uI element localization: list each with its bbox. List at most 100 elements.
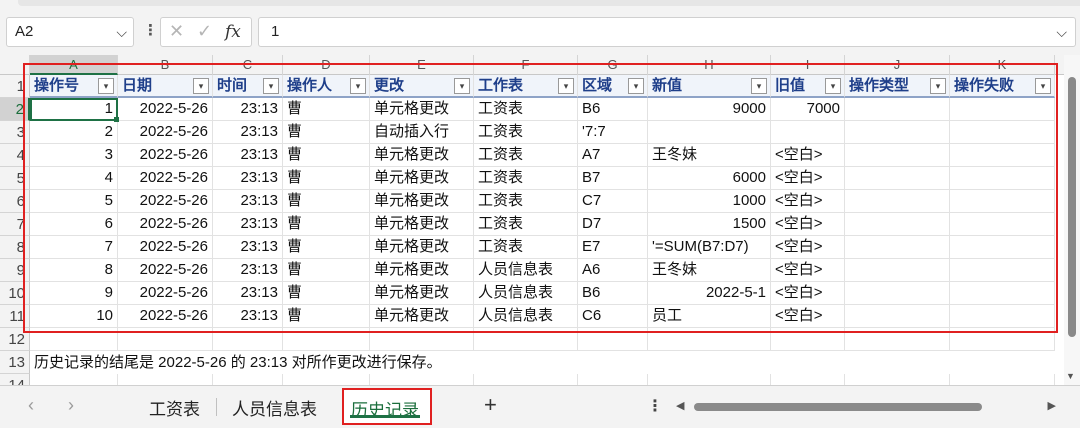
table-cell[interactable] <box>845 328 950 351</box>
column-header[interactable]: B <box>118 55 213 75</box>
table-cell[interactable]: 2022-5-26 <box>118 259 213 282</box>
table-cell[interactable] <box>30 374 118 385</box>
table-cell[interactable] <box>213 328 283 351</box>
table-cell[interactable]: <空白> <box>771 167 845 190</box>
row-header[interactable]: 9 <box>0 259 30 282</box>
column-title-cell[interactable]: 操作失败 ▾ <box>950 75 1055 98</box>
tab-salary[interactable]: 工资表 <box>149 395 200 420</box>
filter-dropdown-icon[interactable]: ▾ <box>751 78 767 94</box>
table-cell[interactable] <box>283 328 370 351</box>
cancel-icon[interactable]: ✕ <box>169 21 184 42</box>
table-cell[interactable]: 曹 <box>283 144 370 167</box>
name-box[interactable]: A2 ⌵ <box>6 17 134 47</box>
table-cell[interactable]: 2022-5-26 <box>118 190 213 213</box>
table-cell[interactable]: 单元格更改 <box>370 190 474 213</box>
table-cell[interactable]: 7000 <box>771 98 845 121</box>
table-cell[interactable]: 23:13 <box>213 98 283 121</box>
filter-dropdown-icon[interactable]: ▾ <box>558 78 574 94</box>
horizontal-scrollbar-thumb[interactable] <box>694 403 982 411</box>
table-cell[interactable] <box>771 328 845 351</box>
table-cell[interactable]: 2022-5-26 <box>118 236 213 259</box>
table-cell[interactable] <box>950 236 1055 259</box>
vertical-scrollbar-thumb[interactable] <box>1068 77 1076 337</box>
vertical-scrollbar[interactable]: ▼ <box>1064 55 1080 385</box>
table-cell[interactable]: <空白> <box>771 144 845 167</box>
table-cell[interactable]: <空白> <box>771 259 845 282</box>
table-cell[interactable]: <空白> <box>771 236 845 259</box>
more-tabs-icon[interactable]: ⋮ <box>647 396 663 416</box>
filter-dropdown-icon[interactable]: ▾ <box>350 78 366 94</box>
tab-personnel[interactable]: 人员信息表 <box>232 395 317 420</box>
tab-history[interactable]: 历史记录 <box>342 388 432 425</box>
table-cell[interactable] <box>370 374 474 385</box>
table-cell[interactable] <box>950 328 1055 351</box>
fill-handle[interactable] <box>114 117 119 122</box>
insert-function-icon[interactable]: fx <box>225 22 241 42</box>
table-cell[interactable]: 23:13 <box>213 213 283 236</box>
more-options-icon[interactable]: ⋮ <box>143 21 158 39</box>
table-cell[interactable]: 人员信息表 <box>474 305 578 328</box>
row-header[interactable]: 11 <box>0 305 30 328</box>
table-cell[interactable]: 7 <box>30 236 118 259</box>
table-cell[interactable]: 曹 <box>283 213 370 236</box>
filter-dropdown-icon[interactable]: ▾ <box>1035 78 1051 94</box>
table-cell[interactable] <box>845 167 950 190</box>
select-all-corner[interactable] <box>0 55 30 75</box>
table-cell[interactable]: '7:7 <box>578 121 648 144</box>
column-title-cell[interactable]: 旧值 ▾ <box>771 75 845 98</box>
table-cell[interactable]: 2022-5-26 <box>118 167 213 190</box>
table-cell[interactable]: C7 <box>578 190 648 213</box>
table-cell[interactable]: 8 <box>30 259 118 282</box>
filter-dropdown-icon[interactable]: ▾ <box>930 78 946 94</box>
column-title-cell[interactable]: 操作类型 ▾ <box>845 75 950 98</box>
column-title-cell[interactable]: 工作表 ▾ <box>474 75 578 98</box>
table-cell[interactable] <box>648 328 771 351</box>
table-cell[interactable]: 3 <box>30 144 118 167</box>
check-icon[interactable]: ✓ <box>197 21 212 42</box>
table-cell[interactable]: <空白> <box>771 190 845 213</box>
table-cell[interactable]: 23:13 <box>213 167 283 190</box>
table-cell[interactable]: 单元格更改 <box>370 305 474 328</box>
table-cell[interactable] <box>118 328 213 351</box>
column-title-cell[interactable]: 新值 ▾ <box>648 75 771 98</box>
table-cell[interactable] <box>950 213 1055 236</box>
table-cell[interactable] <box>845 98 950 121</box>
table-cell[interactable]: 1000 <box>648 190 771 213</box>
table-cell[interactable]: B6 <box>578 98 648 121</box>
table-cell[interactable]: 工资表 <box>474 236 578 259</box>
table-cell[interactable]: 曹 <box>283 236 370 259</box>
table-cell[interactable]: 工资表 <box>474 121 578 144</box>
table-cell[interactable]: 工资表 <box>474 167 578 190</box>
table-cell[interactable] <box>283 374 370 385</box>
column-header[interactable]: C <box>213 55 283 75</box>
table-cell[interactable]: 王冬妹 <box>648 144 771 167</box>
filter-dropdown-icon[interactable]: ▾ <box>628 78 644 94</box>
table-cell[interactable]: C6 <box>578 305 648 328</box>
table-cell[interactable]: 自动插入行 <box>370 121 474 144</box>
table-cell[interactable] <box>950 282 1055 305</box>
row-header[interactable]: 5 <box>0 167 30 190</box>
column-title-cell[interactable]: 日期 ▾ <box>118 75 213 98</box>
table-cell[interactable]: 2022-5-26 <box>118 98 213 121</box>
worksheet-grid[interactable]: ABCDEFGHIJK 1234567891011121314 操作号▾日期▾时… <box>0 55 1080 385</box>
table-cell[interactable]: 单元格更改 <box>370 259 474 282</box>
formula-input[interactable]: 1 ⌵ <box>258 17 1076 47</box>
row-header[interactable]: 8 <box>0 236 30 259</box>
table-cell[interactable]: 曹 <box>283 167 370 190</box>
table-cell[interactable]: 2022-5-26 <box>118 144 213 167</box>
row-header[interactable]: 7 <box>0 213 30 236</box>
table-cell[interactable] <box>845 259 950 282</box>
table-cell[interactable]: 23:13 <box>213 236 283 259</box>
row-header[interactable]: 4 <box>0 144 30 167</box>
row-header[interactable]: 3 <box>0 121 30 144</box>
table-cell[interactable]: 曹 <box>283 190 370 213</box>
table-cell[interactable] <box>771 374 845 385</box>
row-header[interactable]: 1 <box>0 75 30 98</box>
filter-dropdown-icon[interactable]: ▾ <box>263 78 279 94</box>
table-cell[interactable]: 单元格更改 <box>370 282 474 305</box>
column-header[interactable]: H <box>648 55 771 75</box>
next-sheet-icon[interactable]: › <box>68 395 74 416</box>
table-cell[interactable]: 工资表 <box>474 190 578 213</box>
table-cell[interactable]: 23:13 <box>213 259 283 282</box>
table-cell[interactable]: 23:13 <box>213 282 283 305</box>
